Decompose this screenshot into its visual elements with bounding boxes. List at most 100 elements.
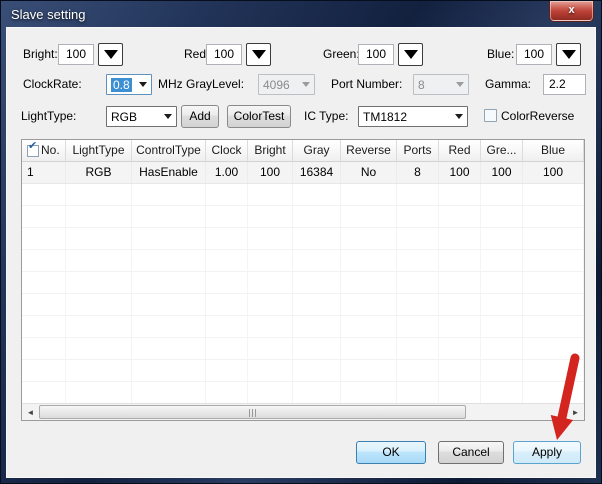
check-icon: ✔ <box>28 141 37 152</box>
clockrate-combo[interactable]: 0.8 <box>106 74 152 95</box>
empty-cell <box>397 338 439 359</box>
empty-cell <box>248 294 293 315</box>
column-header-red[interactable]: Red <box>439 140 481 161</box>
empty-cell <box>22 294 66 315</box>
green-value-field[interactable]: 100 <box>358 44 394 65</box>
empty-cell <box>481 250 523 271</box>
empty-cell <box>248 206 293 227</box>
empty-cell <box>206 294 248 315</box>
ictype-combo[interactable]: TM1812 <box>358 106 468 127</box>
empty-cell <box>66 184 132 205</box>
empty-cell <box>66 294 132 315</box>
empty-cell <box>66 206 132 227</box>
chevron-down-icon <box>139 82 147 87</box>
apply-button[interactable]: Apply <box>513 441 581 464</box>
column-header-gre[interactable]: Gre... <box>481 140 523 161</box>
empty-cell <box>341 206 397 227</box>
empty-cell <box>341 272 397 293</box>
bright-value-field[interactable]: 100 <box>58 44 94 65</box>
blue-value-field[interactable]: 100 <box>516 44 552 65</box>
close-button[interactable]: x <box>550 1 593 21</box>
chevron-down-icon <box>104 50 118 59</box>
empty-cell <box>341 184 397 205</box>
empty-cell <box>481 382 523 403</box>
scrollbar-thumb[interactable] <box>39 405 466 419</box>
bright-dropdown-button[interactable] <box>98 43 123 66</box>
empty-cell <box>293 316 341 337</box>
empty-cell <box>132 250 206 271</box>
empty-cell <box>66 316 132 337</box>
column-header-lighttype[interactable]: LightType <box>66 140 132 161</box>
table-cell: 8 <box>397 162 439 183</box>
empty-cell <box>248 360 293 381</box>
empty-cell <box>481 338 523 359</box>
empty-cell <box>206 382 248 403</box>
empty-cell <box>293 272 341 293</box>
column-header-reverse[interactable]: Reverse <box>341 140 397 161</box>
empty-cell <box>523 206 584 227</box>
empty-cell <box>341 250 397 271</box>
empty-cell <box>66 272 132 293</box>
table-cell: 100 <box>481 162 523 183</box>
empty-cell <box>523 294 584 315</box>
table-row[interactable]: 1RGBHasEnable1.0010016384No8100100100 <box>22 162 584 184</box>
empty-cell <box>248 272 293 293</box>
colorreverse-checkbox[interactable] <box>484 109 497 122</box>
green-dropdown-button[interactable] <box>398 43 423 66</box>
empty-cell <box>481 316 523 337</box>
empty-cell <box>341 360 397 381</box>
window-title: Slave setting <box>1 7 85 22</box>
column-header-blue[interactable]: Blue <box>523 140 584 161</box>
colorreverse-label: ColorReverse <box>501 105 574 127</box>
empty-cell <box>22 250 66 271</box>
table-cell: 1.00 <box>206 162 248 183</box>
empty-cell <box>481 294 523 315</box>
titlebar[interactable]: Slave setting x <box>1 1 601 27</box>
empty-table-row <box>22 272 584 294</box>
chevron-down-icon <box>404 50 418 59</box>
empty-cell <box>341 294 397 315</box>
empty-cell <box>248 316 293 337</box>
colortest-button[interactable]: ColorTest <box>227 105 291 128</box>
dialog-body: Bright: 100 Red: 100 Green: 100 Blue: 10… <box>6 27 596 478</box>
column-header-no[interactable]: ✔No. <box>22 140 66 161</box>
empty-cell <box>66 250 132 271</box>
column-header-gray[interactable]: Gray <box>293 140 341 161</box>
cancel-button[interactable]: Cancel <box>438 441 504 464</box>
gamma-input[interactable]: 2.2 <box>543 74 586 95</box>
add-button[interactable]: Add <box>181 105 219 128</box>
empty-cell <box>397 382 439 403</box>
empty-cell <box>523 250 584 271</box>
red-value-field[interactable]: 100 <box>206 44 242 65</box>
empty-cell <box>132 316 206 337</box>
scroll-left-icon[interactable]: ◄ <box>22 404 39 420</box>
empty-cell <box>481 228 523 249</box>
chevron-down-icon <box>456 82 464 87</box>
empty-cell <box>132 294 206 315</box>
empty-cell <box>22 184 66 205</box>
red-dropdown-button[interactable] <box>246 43 271 66</box>
column-header-controltype[interactable]: ControlType <box>132 140 206 161</box>
empty-cell <box>66 360 132 381</box>
scroll-right-icon[interactable]: ► <box>567 404 584 420</box>
empty-cell <box>132 228 206 249</box>
column-header-clock[interactable]: Clock <box>206 140 248 161</box>
empty-cell <box>341 338 397 359</box>
header-checkbox[interactable]: ✔ <box>27 145 39 157</box>
horizontal-scrollbar[interactable]: ◄ ► <box>22 403 584 420</box>
empty-cell <box>439 184 481 205</box>
empty-cell <box>248 184 293 205</box>
empty-table-row <box>22 338 584 360</box>
ok-button[interactable]: OK <box>356 441 426 464</box>
empty-cell <box>248 382 293 403</box>
empty-cell <box>341 228 397 249</box>
empty-cell <box>66 338 132 359</box>
column-header-bright[interactable]: Bright <box>248 140 293 161</box>
empty-table-row <box>22 294 584 316</box>
table-cell: RGB <box>66 162 132 183</box>
lighttype-combo[interactable]: RGB <box>106 106 177 127</box>
empty-cell <box>439 382 481 403</box>
column-header-ports[interactable]: Ports <box>397 140 439 161</box>
blue-dropdown-button[interactable] <box>556 43 581 66</box>
table-cell: HasEnable <box>132 162 206 183</box>
